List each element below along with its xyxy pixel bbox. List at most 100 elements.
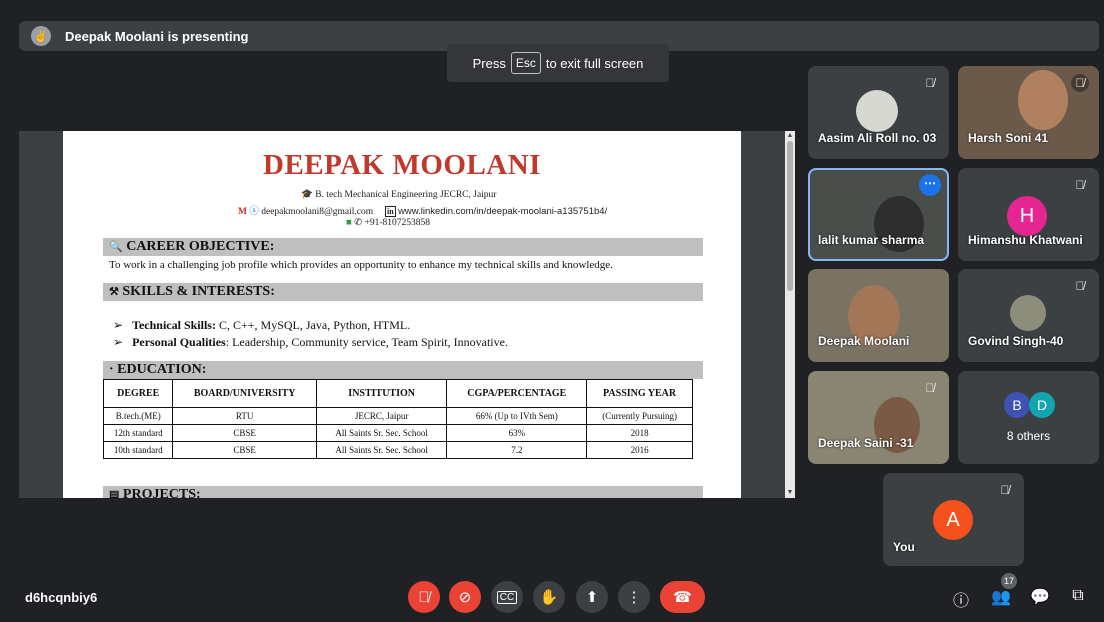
mic-off-icon: 🎙̸	[1075, 279, 1085, 293]
participant-tile[interactable]: ⋯ lalit kumar sharma	[808, 168, 949, 261]
captions-icon: CC	[496, 590, 518, 604]
email-text: deepakmoolani8@gmail.com	[261, 207, 374, 217]
presenter-avatar: ✌	[31, 26, 51, 46]
camera-off-icon: ⊘	[458, 589, 472, 606]
arrow-bullet-icon: ➢	[113, 318, 124, 332]
career-text: To work in a challenging job profile whi…	[109, 259, 613, 271]
present-icon: ⬆	[585, 589, 599, 606]
participant-video	[1018, 70, 1068, 130]
esc-key: Esc	[510, 52, 541, 74]
table-row: 10th standard CBSE All Saints Sr. Sec. S…	[102, 441, 693, 459]
shared-screen: DEEPAK MOOLANI 🎓 B. tech Mechanical Engi…	[19, 131, 795, 498]
mic-off-icon: 🎙̸	[925, 381, 935, 395]
mic-off-icon: 🎙̸	[418, 588, 430, 606]
leave-call-button[interactable]: ☎	[660, 581, 705, 613]
scroll-down-icon[interactable]: ▼	[786, 489, 794, 497]
participant-photo	[1010, 295, 1046, 331]
participant-avatar: D	[1029, 392, 1055, 418]
education-heading: · EDUCATION:	[103, 361, 703, 379]
technical-skills: ➢ Technical Skills: C, C++, MySQL, Java,…	[113, 318, 411, 332]
gmail-icon: M	[238, 207, 247, 217]
table-cell: All Saints Sr. Sec. School	[315, 424, 448, 442]
toast-suffix: to exit full screen	[545, 55, 644, 71]
toast-prefix: Press	[472, 55, 506, 71]
table-cell: B.tech.(ME)	[102, 407, 174, 425]
education-table: DEGREE BOARD/UNIVERSITY INSTITUTION CGPA…	[102, 379, 693, 459]
presenting-label: Deepak Moolani is presenting	[65, 28, 249, 44]
participant-tile[interactable]: H 🎙̸ Himanshu Khatwani	[958, 168, 1099, 261]
table-cell: 2018	[586, 424, 693, 442]
skype-icon: ⓢ	[249, 207, 259, 217]
scroll-up-icon[interactable]: ▲	[786, 132, 794, 140]
info-icon[interactable]: ⓘ	[950, 587, 972, 611]
participant-tile[interactable]: Deepak Moolani	[808, 269, 949, 362]
table-header-row: DEGREE BOARD/UNIVERSITY INSTITUTION CGPA…	[102, 379, 693, 408]
table-cell: JECRC, Jaipur	[315, 407, 448, 425]
table-cell: All Saints Sr. Sec. School	[315, 441, 448, 459]
whatsapp-icon: ■	[346, 218, 352, 228]
self-tile[interactable]: A 🎙̸ You	[883, 473, 1024, 566]
mic-toggle-button[interactable]: 🎙̸	[408, 581, 440, 613]
participant-avatar: B	[1004, 392, 1030, 418]
others-tile[interactable]: B D 8 others	[958, 371, 1099, 464]
participant-avatar: H	[1007, 196, 1047, 236]
mic-off-icon: 🎙̸	[1071, 74, 1089, 92]
participant-name: lalit kumar sharma	[818, 233, 925, 247]
table-cell: CBSE	[172, 441, 317, 459]
table-cell: RTU	[172, 407, 317, 425]
table-cell: 12th standard	[102, 424, 174, 442]
end-call-icon: ☎	[673, 589, 692, 606]
more-options-button[interactable]: ⋮	[618, 581, 650, 613]
hand-icon: ✋	[539, 589, 559, 606]
resume-name: DEEPAK MOOLANI	[263, 149, 541, 181]
fullscreen-toast: Press Esc to exit full screen	[447, 44, 669, 82]
participant-name: Harsh Soni 41	[968, 131, 1049, 145]
participant-tile[interactable]: 🎙̸ Aasim Ali Roll no. 03	[808, 66, 949, 159]
column-header: DEGREE	[102, 379, 174, 408]
others-label: 8 others	[1006, 429, 1051, 443]
table-cell: 7.2	[446, 441, 588, 459]
phone-line: ■ ✆ +91-8107253858	[346, 217, 430, 228]
raise-hand-button[interactable]: ✋	[533, 581, 565, 613]
table-row: B.tech.(ME) RTU JECRC, Jaipur 66% (Up to…	[102, 407, 693, 425]
arrow-bullet-icon: ➢	[113, 335, 124, 349]
participant-tile[interactable]: 🎙̸ Deepak Saini -31	[808, 371, 949, 464]
graduation-cap-icon: 🎓	[301, 190, 313, 200]
participant-name: Deepak Moolani	[818, 334, 910, 348]
resume-document: DEEPAK MOOLANI 🎓 B. tech Mechanical Engi…	[63, 131, 741, 498]
career-heading: 🔍 CAREER OBJECTIVE:	[103, 238, 703, 256]
table-cell: 66% (Up to IVth Sem)	[446, 407, 588, 425]
present-button[interactable]: ⬆	[576, 581, 608, 613]
document-scrollbar[interactable]: ▲ ▼	[785, 131, 795, 498]
table-row: 12th standard CBSE All Saints Sr. Sec. S…	[102, 424, 693, 442]
people-icon[interactable]: 👥	[990, 587, 1012, 607]
column-header: PASSING YEAR	[586, 379, 693, 408]
participant-tile[interactable]: 🎙̸ Harsh Soni 41	[958, 66, 1099, 159]
projects-heading: ▤ PROJECTS:	[103, 486, 703, 498]
column-header: INSTITUTION	[315, 379, 448, 408]
table-cell: CBSE	[172, 424, 317, 442]
participant-name: Govind Singh-40	[968, 334, 1064, 348]
captions-button[interactable]: CC	[491, 581, 523, 613]
participant-tile[interactable]: 🎙̸ Govind Singh-40	[958, 269, 1099, 362]
activities-icon[interactable]: ⧉	[1067, 587, 1089, 605]
self-name: You	[893, 540, 915, 554]
linkedin-icon: in	[385, 206, 396, 217]
scroll-thumb[interactable]	[787, 141, 793, 291]
phone-text: +91-8107253858	[364, 218, 430, 228]
participant-name: Deepak Saini -31	[818, 436, 914, 450]
table-cell: 2016	[586, 441, 693, 459]
people-count-badge: 17	[1001, 573, 1017, 589]
mic-off-icon: 🎙̸	[925, 76, 935, 90]
self-avatar: A	[933, 500, 973, 540]
mic-off-icon: 🎙̸	[1000, 483, 1010, 497]
degree-line: 🎓 B. tech Mechanical Engineering JECRC, …	[301, 190, 497, 200]
participant-photo	[856, 90, 898, 132]
camera-toggle-button[interactable]: ⊘	[449, 581, 481, 613]
contact-line: M ⓢ deepakmoolani8@gmail.com in www.link…	[238, 203, 607, 217]
personal-qualities: ➢ Personal Qualities: Leadership, Commun…	[113, 335, 508, 349]
chat-icon[interactable]: 💬	[1029, 587, 1051, 607]
more-options-icon[interactable]: ⋯	[919, 174, 941, 196]
meeting-code: d6hcqnbiy6	[25, 590, 98, 605]
table-cell: (Currently Pursuing)	[586, 407, 693, 425]
